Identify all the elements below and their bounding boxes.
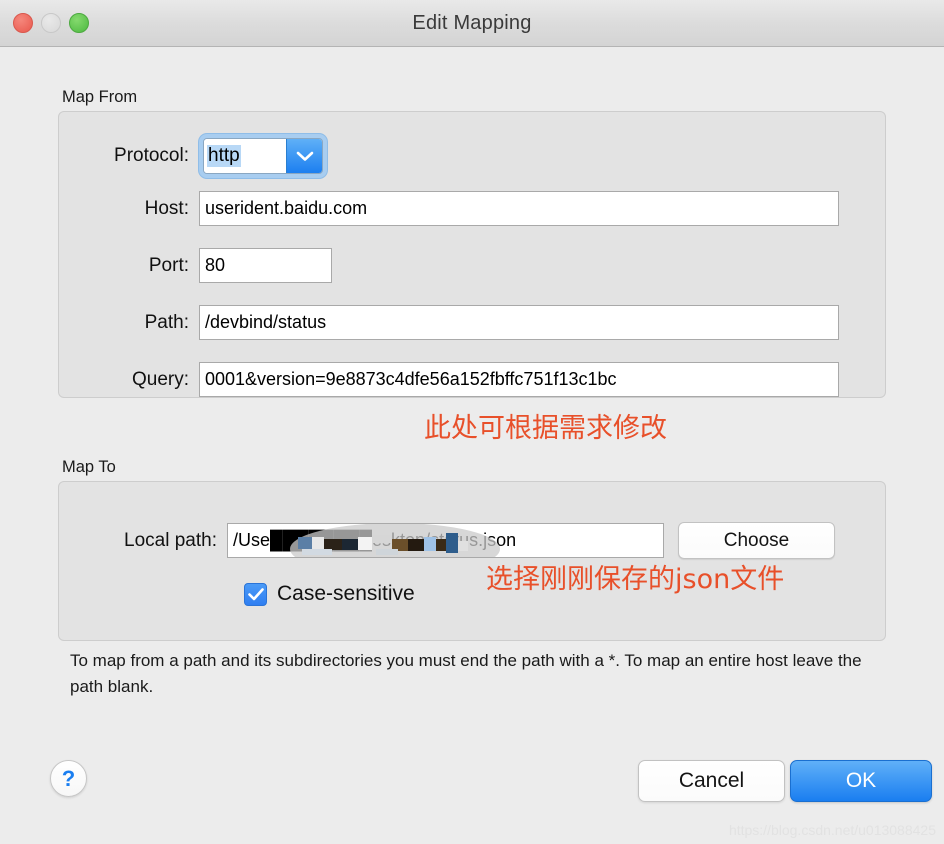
window-titlebar: Edit Mapping (0, 0, 944, 47)
minimize-window-button[interactable] (41, 13, 61, 33)
query-annotation: 此处可根据需求修改 (424, 413, 667, 444)
cancel-button[interactable]: Cancel (638, 760, 785, 802)
map-from-legend: Map From (62, 88, 138, 106)
query-input[interactable]: 0001&version=9e8873c4dfe56a152fbffc751f1… (199, 362, 839, 397)
protocol-combobox-value-wrap[interactable]: http (204, 139, 286, 173)
host-label: Host: (144, 197, 189, 219)
port-input[interactable]: 80 (199, 248, 332, 283)
query-row: Query: 0001&version=9e8873c4dfe56a152fbf… (59, 362, 839, 397)
zoom-window-button[interactable] (69, 13, 89, 33)
path-input[interactable]: /devbind/status (199, 305, 839, 340)
host-input[interactable]: userident.baidu.com (199, 191, 839, 226)
local-path-value: /Use████████esktop/status.json (233, 530, 517, 550)
case-sensitive-label: Case-sensitive (277, 582, 415, 605)
window-title: Edit Mapping (412, 11, 532, 34)
protocol-dropdown-button[interactable] (286, 139, 322, 173)
protocol-row: Protocol: http (59, 134, 327, 178)
local-path-label: Local path: (124, 529, 217, 551)
localpath-annotation: 选择刚刚保存的json文件 (486, 564, 785, 595)
protocol-combobox-value: http (207, 145, 241, 167)
case-sensitive-checkbox[interactable] (244, 582, 267, 606)
map-to-group: Map To Local path: /Use████████esktop/st… (58, 458, 886, 641)
close-window-button[interactable] (13, 13, 33, 33)
help-button[interactable]: ? (50, 760, 87, 797)
protocol-combobox[interactable]: http (203, 138, 323, 174)
map-to-legend: Map To (62, 458, 116, 476)
port-row: Port: 80 (59, 248, 332, 283)
case-sensitive-row[interactable]: Case-sensitive (244, 582, 415, 606)
path-label: Path: (144, 311, 189, 333)
ok-button[interactable]: OK (790, 760, 932, 802)
choose-button[interactable]: Choose (678, 522, 835, 559)
protocol-label: Protocol: (114, 145, 189, 166)
protocol-combobox-focusring: http (199, 134, 327, 178)
query-label: Query: (131, 368, 189, 390)
map-from-body: Protocol: http Host: userident.baidu.com (58, 111, 886, 398)
map-from-group: Map From Protocol: http Host: userident.… (58, 88, 886, 398)
host-row: Host: userident.baidu.com (59, 191, 839, 226)
port-label: Port: (148, 254, 189, 276)
local-path-input[interactable]: /Use████████esktop/status.json (227, 523, 664, 558)
path-row: Path: /devbind/status (59, 305, 839, 340)
local-path-row: Local path: /Use████████esktop/status.js… (59, 522, 835, 559)
traffic-light-group (13, 13, 89, 33)
chevron-down-icon (296, 151, 313, 161)
watermark: https://blog.csdn.net/u013088425 (728, 822, 936, 838)
help-description: To map from a path and its subdirectorie… (70, 651, 862, 697)
checkmark-icon (247, 587, 264, 600)
